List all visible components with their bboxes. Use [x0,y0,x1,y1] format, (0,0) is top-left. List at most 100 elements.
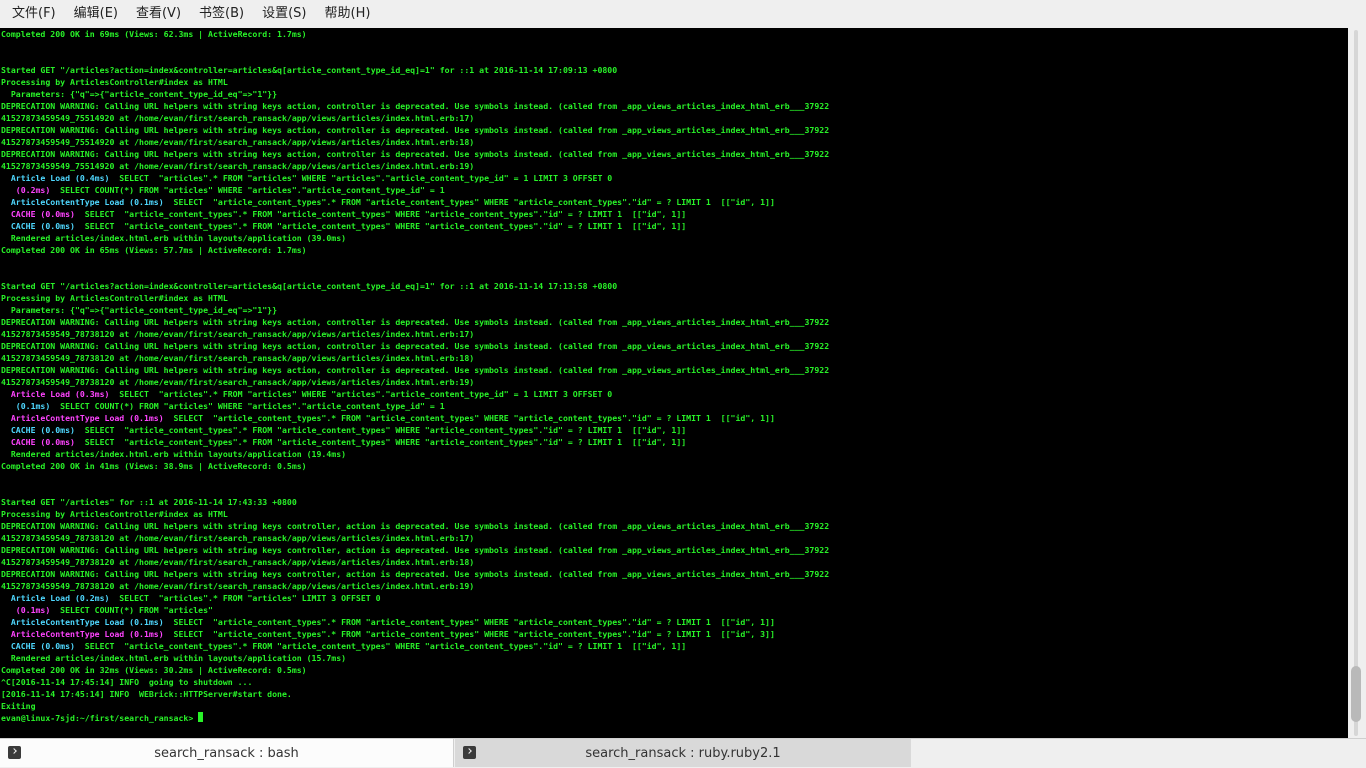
terminal-line: Started GET "/articles?action=index&cont… [1,64,829,76]
terminal-segment: DEPRECATION WARNING: Calling URL helpers… [1,101,830,111]
terminal-segment: 41527873459549_75514920 at /home/evan/fi… [1,161,475,171]
terminal-line: DEPRECATION WARNING: Calling URL helpers… [1,340,829,352]
terminal-segment: Processing by ArticlesController#index a… [1,509,228,519]
terminal-line: 41527873459549_78738120 at /home/evan/fi… [1,556,829,568]
terminal-segment: SELECT "article_content_types".* FROM "a… [74,425,687,435]
terminal-line: evan@linux-7sjd:~/first/search_ransack> [1,712,829,724]
terminal-line: Completed 200 OK in 32ms (Views: 30.2ms … [1,664,829,676]
terminal-segment: Completed 200 OK in 69ms (Views: 62.3ms … [1,29,307,39]
terminal-segment: Started GET "/articles" for ::1 at 2016-… [1,497,297,507]
session-tab-bar: search_ransack : bash search_ransack : r… [0,738,1366,768]
menu-bar: 文件(F) 编辑(E) 查看(V) 书签(B) 设置(S) 帮助(H) [0,0,1366,28]
terminal-line: Rendered articles/index.html.erb within … [1,652,829,664]
scrollbar-track[interactable] [1354,30,1358,736]
terminal-line: Completed 200 OK in 65ms (Views: 57.7ms … [1,244,829,256]
terminal-line: 41527873459549_78738120 at /home/evan/fi… [1,580,829,592]
terminal-icon [463,746,476,759]
terminal-segment: evan@linux-7sjd:~/first/search_ransack> [1,713,199,723]
terminal-line: Article Load (0.2ms) SELECT "articles".*… [1,592,829,604]
terminal-segment: CACHE (0.0ms) [1,437,75,447]
menu-settings[interactable]: 设置(S) [256,0,312,28]
terminal-segment: Completed 200 OK in 65ms (Views: 57.7ms … [1,245,307,255]
terminal-segment: SELECT "article_content_types".* FROM "a… [163,629,775,639]
scrollbar-thumb[interactable] [1351,666,1361,722]
terminal-line: DEPRECATION WARNING: Calling URL helpers… [1,544,829,556]
tab-bash-session[interactable]: search_ransack : bash [0,739,454,767]
terminal-line: CACHE (0.0ms) SELECT "article_content_ty… [1,220,829,232]
terminal-line: DEPRECATION WARNING: Calling URL helpers… [1,316,829,328]
terminal-line: Parameters: {"q"=>{"article_content_type… [1,88,829,100]
terminal-line: ArticleContentType Load (0.1ms) SELECT "… [1,412,829,424]
terminal-segment: SELECT "article_content_types".* FROM "a… [163,413,775,423]
terminal-scrollbar[interactable] [1348,28,1366,738]
terminal-line: ^C[2016-11-14 17:45:14] INFO going to sh… [1,676,829,688]
tab-ruby-session[interactable]: search_ransack : ruby.ruby2.1 [455,739,911,767]
terminal-line: ArticleContentType Load (0.1ms) SELECT "… [1,196,829,208]
terminal-segment: DEPRECATION WARNING: Calling URL helpers… [1,545,830,555]
terminal-line: (0.1ms) SELECT COUNT(*) FROM "articles" [1,604,829,616]
terminal-output[interactable]: Completed 200 OK in 69ms (Views: 62.3ms … [0,28,1348,738]
terminal-line: Rendered articles/index.html.erb within … [1,448,829,460]
terminal-segment: SELECT "article_content_types".* FROM "a… [163,197,775,207]
terminal-cursor [198,712,204,722]
terminal-segment: ^C[2016-11-14 17:45:14] INFO going to sh… [1,677,253,687]
terminal-line: Rendered articles/index.html.erb within … [1,232,829,244]
terminal-segment: SELECT "article_content_types".* FROM "a… [74,209,687,219]
terminal-segment: [2016-11-14 17:45:14] INFO WEBrick::HTTP… [1,689,292,699]
terminal-line: CACHE (0.0ms) SELECT "article_content_ty… [1,436,829,448]
terminal-segment: SELECT "article_content_types".* FROM "a… [74,221,687,231]
terminal-line: Article Load (0.3ms) SELECT "articles".*… [1,388,829,400]
terminal-segment: SELECT "articles".* FROM "articles" LIMI… [109,593,381,603]
terminal-line: DEPRECATION WARNING: Calling URL helpers… [1,364,829,376]
terminal-segment: ArticleContentType Load (0.1ms) [1,413,164,423]
terminal-line: 41527873459549_75514920 at /home/evan/fi… [1,160,829,172]
terminal-segment: 41527873459549_78738120 at /home/evan/fi… [1,329,475,339]
menu-file[interactable]: 文件(F) [6,0,62,28]
terminal-line: Started GET "/articles" for ::1 at 2016-… [1,496,829,508]
terminal-line: Parameters: {"q"=>{"article_content_type… [1,304,829,316]
terminal-segment: Rendered articles/index.html.erb within … [1,653,347,663]
terminal-segment: DEPRECATION WARNING: Calling URL helpers… [1,317,830,327]
terminal-segment: Parameters: {"q"=>{"article_content_type… [1,89,278,99]
terminal-line: DEPRECATION WARNING: Calling URL helpers… [1,124,829,136]
terminal-segment: Processing by ArticlesController#index a… [1,77,228,87]
terminal-segment: DEPRECATION WARNING: Calling URL helpers… [1,125,830,135]
terminal-segment: CACHE (0.0ms) [1,425,75,435]
terminal-segment: 41527873459549_75514920 at /home/evan/fi… [1,113,475,123]
terminal-line: [2016-11-14 17:45:14] INFO WEBrick::HTTP… [1,688,829,700]
terminal-segment: SELECT COUNT(*) FROM "articles" WHERE "a… [50,401,445,411]
terminal-segment: CACHE (0.0ms) [1,641,75,651]
terminal-segment: 41527873459549_78738120 at /home/evan/fi… [1,533,475,543]
terminal-segment: Processing by ArticlesController#index a… [1,293,228,303]
menu-bookmarks[interactable]: 书签(B) [193,0,250,28]
menu-edit[interactable]: 编辑(E) [68,0,124,28]
terminal-line: DEPRECATION WARNING: Calling URL helpers… [1,148,829,160]
terminal-segment: (0.1ms) [1,605,51,615]
terminal-segment: CACHE (0.0ms) [1,209,75,219]
terminal-line: Completed 200 OK in 69ms (Views: 62.3ms … [1,28,829,40]
terminal-segment: SELECT "article_content_types".* FROM "a… [74,641,687,651]
terminal-line: Exiting [1,700,829,712]
terminal-icon [8,746,21,759]
terminal-segment: Exiting [1,701,36,711]
terminal-line: (0.1ms) SELECT COUNT(*) FROM "articles" … [1,400,829,412]
terminal-text: Completed 200 OK in 69ms (Views: 62.3ms … [1,28,829,724]
terminal-segment: DEPRECATION WARNING: Calling URL helpers… [1,341,830,351]
terminal-segment: DEPRECATION WARNING: Calling URL helpers… [1,569,830,579]
terminal-segment: SELECT "articles".* FROM "articles" WHER… [109,173,613,183]
terminal-segment: DEPRECATION WARNING: Calling URL helpers… [1,521,830,531]
terminal-segment: Completed 200 OK in 32ms (Views: 30.2ms … [1,665,307,675]
terminal-segment: Article Load (0.3ms) [1,389,110,399]
menu-view[interactable]: 查看(V) [130,0,187,28]
terminal-line: 41527873459549_75514920 at /home/evan/fi… [1,112,829,124]
terminal-line: CACHE (0.0ms) SELECT "article_content_ty… [1,640,829,652]
terminal-line: 41527873459549_78738120 at /home/evan/fi… [1,532,829,544]
terminal-segment: SELECT "articles".* FROM "articles" WHER… [109,389,613,399]
terminal-segment: ArticleContentType Load (0.1ms) [1,617,164,627]
terminal-segment: 41527873459549_78738120 at /home/evan/fi… [1,377,475,387]
menu-help[interactable]: 帮助(H) [319,0,377,28]
